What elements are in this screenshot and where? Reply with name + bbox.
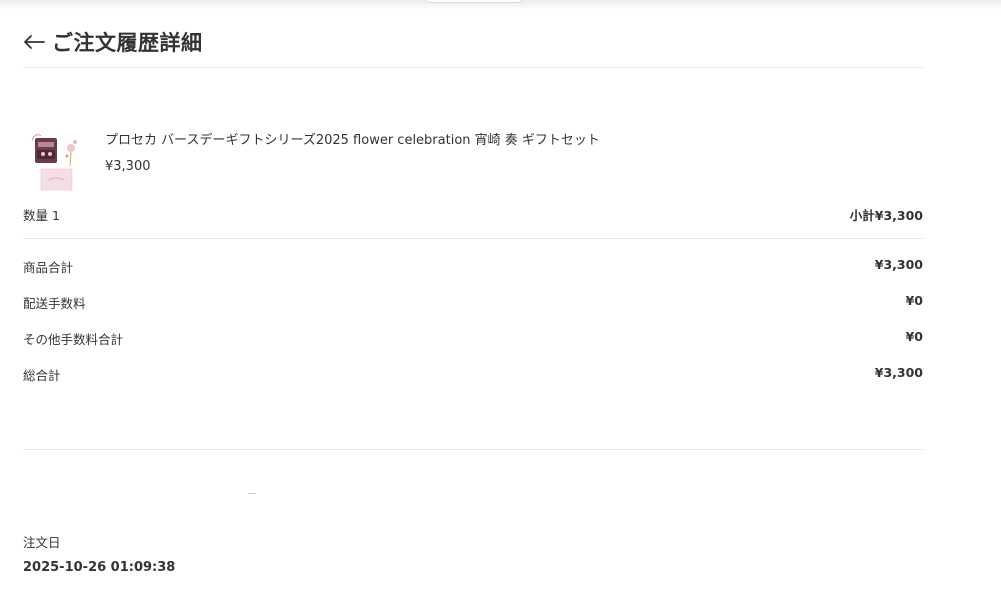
- summary-value: ¥0: [905, 329, 923, 344]
- order-date-label: 注文日: [23, 535, 61, 550]
- summary-row-other-fees: その他手数料合計 ¥0: [23, 329, 923, 348]
- summary-row-grand-total: 総合計 ¥3,300: [23, 365, 923, 384]
- summary-label: 配送手数料: [23, 296, 86, 311]
- summary-row-items-total: 商品合計 ¥3,300: [23, 257, 923, 276]
- page-header: ご注文履歴詳細: [23, 26, 203, 58]
- summary-value: ¥3,300: [874, 365, 923, 380]
- order-date-value: 2025-10-26 01:09:38: [23, 560, 176, 575]
- product-thumbnail[interactable]: [23, 126, 83, 192]
- summary-value: ¥0: [905, 293, 923, 308]
- summary-row-shipping-fee: 配送手数料 ¥0: [23, 293, 923, 312]
- arrow-left-icon[interactable]: [23, 27, 49, 57]
- summary-label: 商品合計: [23, 260, 74, 275]
- product-price: ¥3,300: [105, 159, 151, 174]
- divider-mark: [248, 493, 256, 494]
- summary-label: 総合計: [23, 368, 61, 383]
- summary-divider: [23, 449, 923, 450]
- quantity-label: 数量 1: [23, 208, 60, 223]
- page-title: ご注文履歴詳細: [52, 31, 203, 55]
- top-tab-handle: [424, 0, 524, 3]
- item-divider: [23, 238, 923, 239]
- quantity-row: 数量 1 小計¥3,300: [23, 205, 923, 224]
- header-divider: [23, 67, 923, 68]
- subtotal-value: 小計¥3,300: [849, 208, 923, 223]
- summary-label: その他手数料合計: [23, 332, 124, 347]
- summary-value: ¥3,300: [874, 257, 923, 272]
- product-name[interactable]: プロセカ バースデーギフトシリーズ2025 flower celebration…: [105, 129, 600, 148]
